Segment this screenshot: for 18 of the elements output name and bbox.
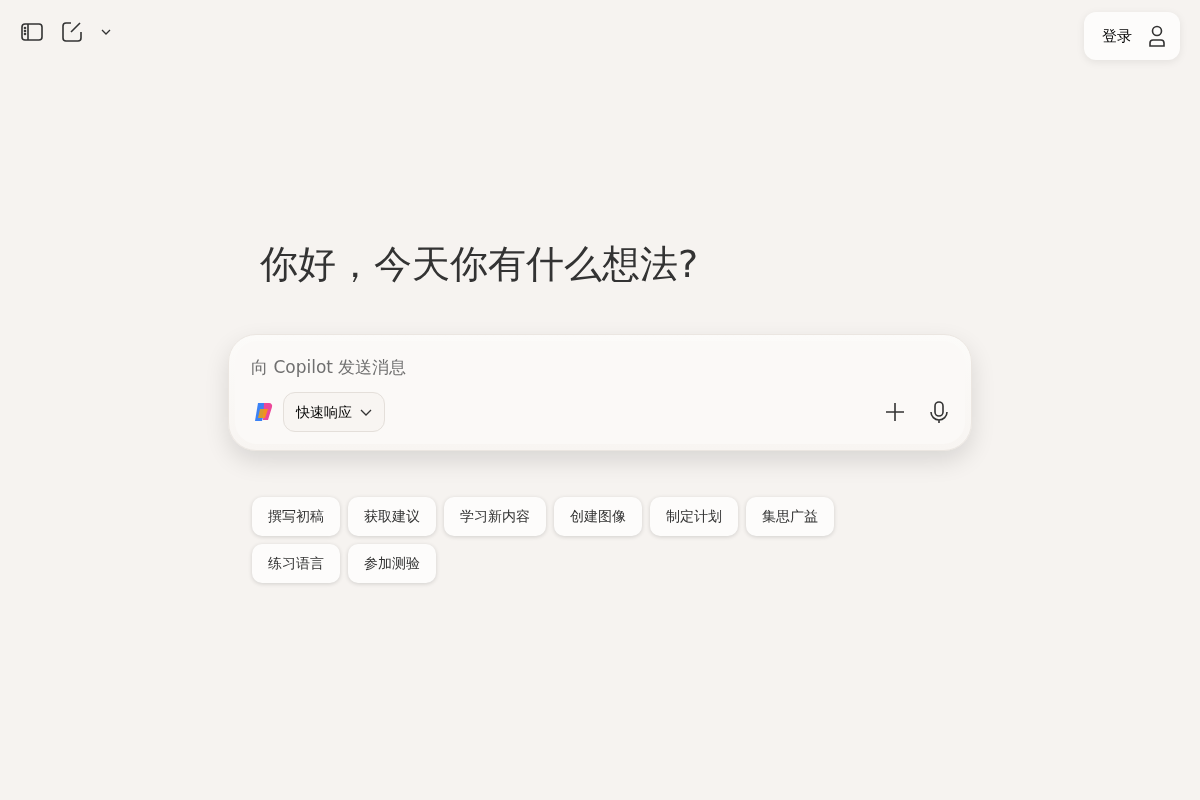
- message-input[interactable]: 向 Copilot 发送消息: [251, 350, 949, 385]
- add-icon[interactable]: [885, 402, 905, 423]
- sidebar-icon[interactable]: [20, 20, 44, 44]
- new-chat-icon[interactable]: [60, 20, 84, 44]
- suggestion-chip[interactable]: 创建图像: [554, 497, 642, 537]
- suggestion-chip[interactable]: 参加测验: [348, 544, 436, 584]
- login-button[interactable]: 登录: [1084, 12, 1180, 60]
- suggestion-chip[interactable]: 撰写初稿: [252, 497, 340, 537]
- suggestion-chip[interactable]: 获取建议: [348, 497, 436, 537]
- greeting: 你好，今天你有什么想法?: [260, 242, 700, 288]
- message-composer[interactable]: 向 Copilot 发送消息 快速响应: [228, 333, 972, 452]
- suggestion-chip[interactable]: 集思广益: [746, 497, 834, 537]
- microphone-icon[interactable]: [929, 400, 949, 425]
- suggestion-chip[interactable]: 制定计划: [650, 497, 738, 537]
- suggestion-chip[interactable]: 学习新内容: [444, 497, 546, 537]
- mode-dropdown[interactable]: 快速响应: [283, 392, 385, 433]
- suggestion-chip[interactable]: 练习语言: [252, 544, 340, 584]
- user-icon: [1148, 25, 1166, 47]
